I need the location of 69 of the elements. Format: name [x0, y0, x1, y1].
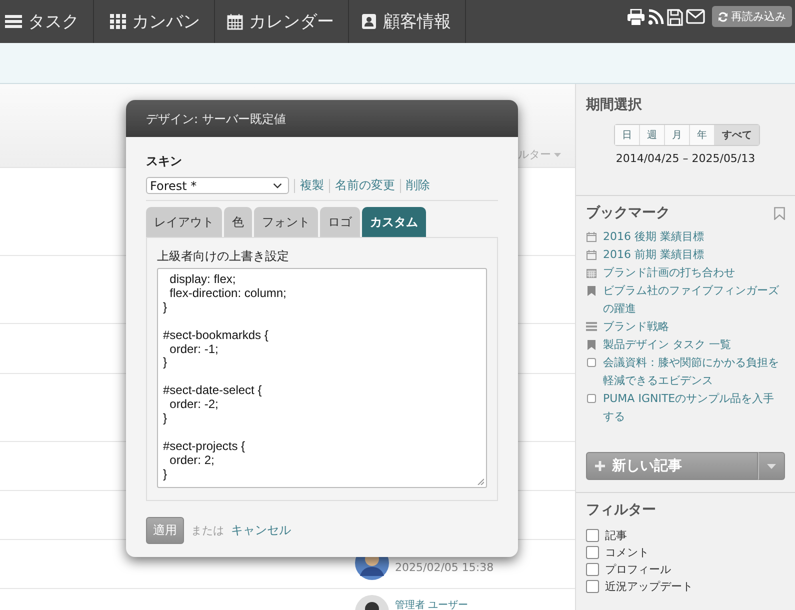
plus-icon — [595, 461, 605, 471]
calendar-icon — [586, 250, 597, 260]
bookmark-link[interactable]: 2016 後期 業績目標 — [603, 228, 704, 246]
section-title: ブックマーク — [586, 204, 670, 222]
apply-button[interactable]: 適用 — [146, 517, 184, 544]
action-link[interactable]: 削除 — [406, 177, 430, 194]
resize-grip-icon[interactable] — [477, 478, 484, 485]
field-label: 上級者向けの上書き設定 — [157, 248, 290, 265]
bookmark-link[interactable]: 2016 前期 業績目標 — [603, 246, 704, 264]
cancel-link[interactable]: キャンセル — [231, 522, 291, 539]
chevron-icon — [273, 182, 282, 188]
checkbox-icon — [586, 358, 597, 367]
checkbox-label: 近況アップデート — [605, 579, 693, 594]
print-icon[interactable] — [627, 9, 645, 26]
checkbox-label: 記事 — [605, 528, 627, 543]
period-button[interactable]: 月 — [665, 125, 690, 145]
checkbox[interactable] — [586, 580, 599, 593]
post-author[interactable]: 管理者 ユーザー — [395, 598, 468, 610]
skin-select[interactable]: Forest * — [146, 177, 289, 194]
bookmark-link[interactable]: ブランド計画の打ち合わせ — [603, 264, 735, 282]
calendar-icon — [586, 268, 597, 278]
tab[interactable]: レイアウト — [146, 207, 222, 237]
bookmark-link[interactable]: ブランド戦略 — [603, 318, 669, 336]
css-field[interactable]: display: flex; flex-direction: column; } #sect-bookmarkds { order: -1; } #sect-date-select { order: -2; } #sect-projects { order: 2; } — [157, 268, 487, 488]
section-title: 期間選択 — [586, 96, 643, 114]
checkbox-icon — [586, 394, 597, 403]
new-post-button[interactable]: 新しい記事 — [586, 452, 758, 480]
refresh-icon — [718, 12, 728, 22]
period-button[interactable]: すべて — [715, 125, 759, 145]
bookmark-icon — [586, 286, 597, 296]
section-title: フィルター — [586, 501, 657, 519]
checkbox[interactable] — [586, 563, 599, 576]
caret-icon — [767, 464, 776, 468]
field-label: スキン — [146, 153, 183, 170]
bookmark-icon — [586, 340, 597, 350]
reload-button[interactable]: 再読み込み — [712, 6, 792, 27]
tab[interactable]: カスタム — [362, 207, 426, 237]
tab[interactable]: ロゴ — [320, 207, 360, 237]
dialog-title: デザイン: サーバー既定値 — [126, 100, 518, 137]
post-time: 2025/02/05 15:38 — [395, 561, 494, 574]
calendar-icon — [586, 232, 597, 242]
bookmark-link[interactable]: 製品デザイン タスク 一覧 — [603, 336, 731, 354]
list-icon — [5, 14, 22, 29]
tab[interactable]: フォント — [254, 207, 318, 237]
period-button[interactable]: 日 — [615, 125, 640, 145]
contact-icon — [361, 13, 377, 30]
save-icon[interactable] — [667, 9, 683, 26]
period-button[interactable]: 週 — [640, 125, 665, 145]
dropdown-button[interactable] — [758, 452, 785, 480]
or-text: または — [191, 523, 224, 538]
checkbox-label: コメント — [605, 545, 649, 560]
bookmark-icon[interactable] — [774, 206, 785, 220]
period-button[interactable]: 年 — [690, 125, 715, 145]
action-link[interactable]: 複製 — [300, 177, 324, 194]
bookmark-link[interactable]: PUMA IGNITEのサンプル品を入手する — [603, 390, 785, 426]
grid-icon — [110, 14, 126, 29]
caret-icon — [554, 152, 561, 156]
mail-icon[interactable] — [686, 9, 705, 24]
tab[interactable]: 色 — [224, 207, 252, 237]
list-icon — [586, 322, 597, 331]
checkbox[interactable] — [586, 529, 599, 542]
calendar-icon — [227, 13, 243, 30]
action-link[interactable]: 名前の変更 — [335, 177, 395, 194]
checkbox[interactable] — [586, 546, 599, 559]
checkbox-label: プロフィール — [605, 562, 671, 577]
rss-icon[interactable] — [648, 9, 664, 25]
date-range: 2014/04/25 – 2025/05/13 — [614, 152, 756, 167]
bookmark-link[interactable]: ビブラム社のファイブフィンガーズの躍進 — [603, 282, 785, 318]
bookmark-link[interactable]: 会議資料：膝や関節にかかる負担を軽減できるエビデンス — [603, 354, 785, 390]
